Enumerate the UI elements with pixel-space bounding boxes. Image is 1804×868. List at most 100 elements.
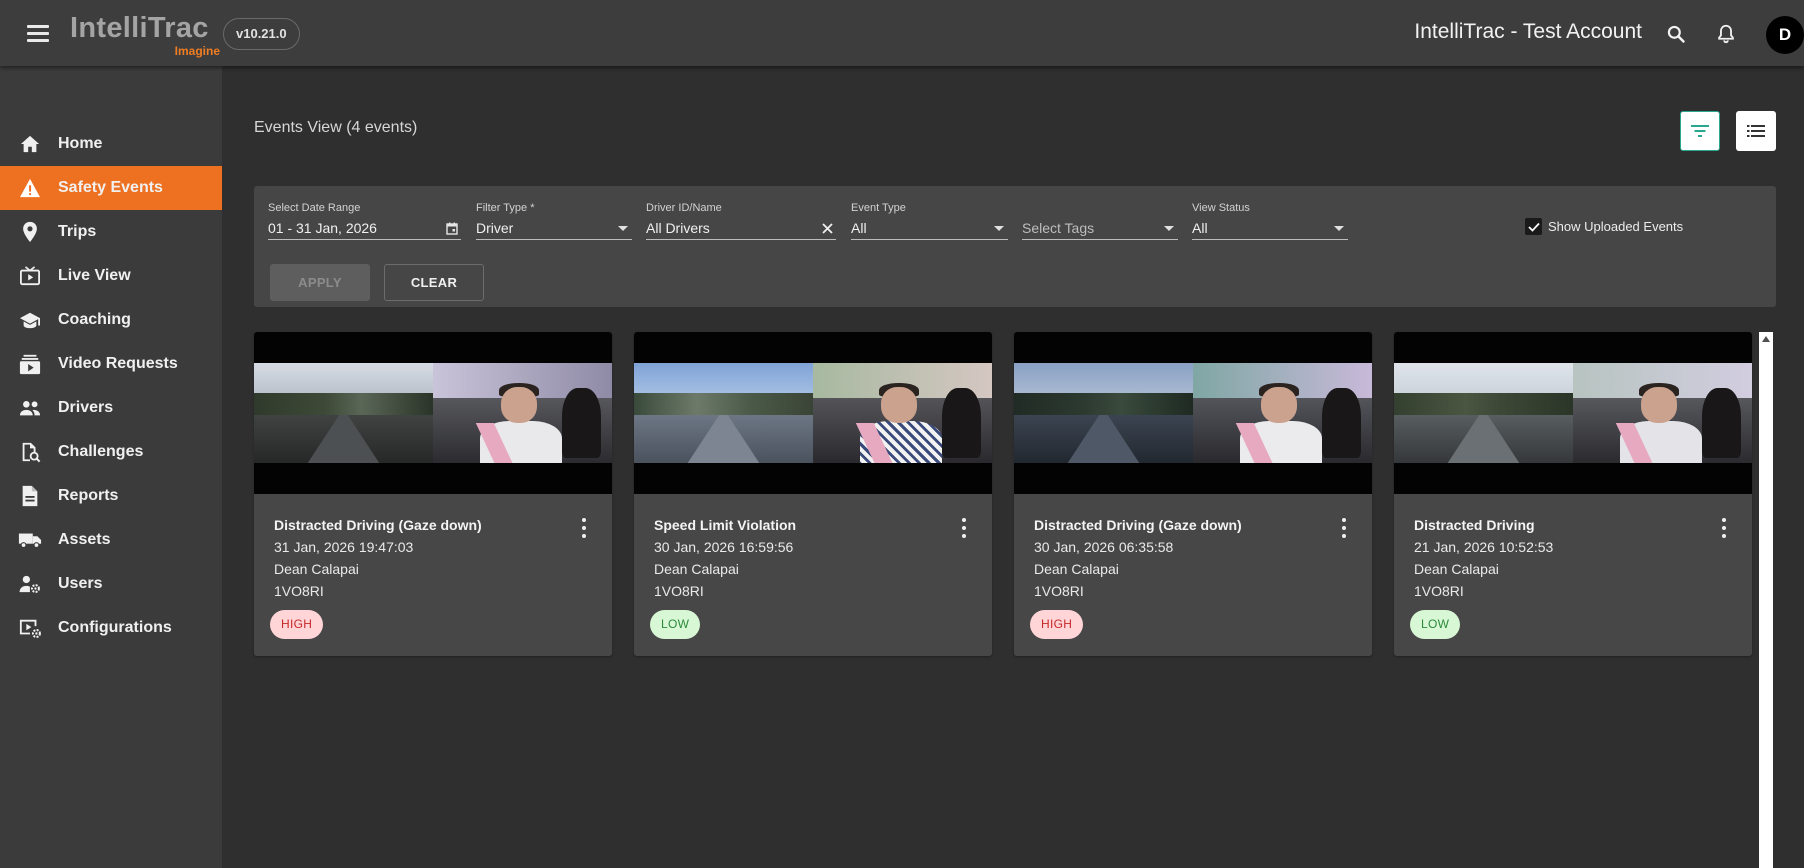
video-request-icon (18, 353, 42, 375)
graduation-cap-icon (18, 309, 42, 331)
sidebar-item-coaching[interactable]: Coaching (0, 298, 222, 342)
scrollbar-thumb[interactable] (1761, 346, 1771, 868)
cabin-camera-image (1573, 363, 1752, 463)
user-avatar[interactable]: D (1766, 16, 1804, 54)
event-thumbnail[interactable] (1394, 332, 1752, 494)
sidebar-item-trips[interactable]: Trips (0, 210, 222, 254)
sidebar-item-video-requests[interactable]: Video Requests (0, 342, 222, 386)
sidebar-item-label: Configurations (58, 619, 172, 636)
tags-select[interactable]: Select Tags (1022, 202, 1178, 240)
event-type-value: All (851, 220, 867, 236)
cabin-camera-image (1193, 363, 1372, 463)
location-pin-icon (18, 221, 42, 243)
more-vert-icon[interactable] (578, 518, 590, 538)
filter-lines-icon (1691, 125, 1709, 137)
scroll-up-arrow-icon[interactable] (1762, 336, 1770, 342)
warning-icon (18, 177, 42, 199)
driver-value: All Drivers (646, 220, 710, 236)
event-datetime: 31 Jan, 2026 19:47:03 (274, 539, 414, 555)
sidebar-item-label: Trips (58, 223, 97, 240)
scrollbar[interactable] (1759, 332, 1773, 868)
top-bar: IntelliTrac Imagine v10.21.0 IntelliTrac… (0, 0, 1804, 66)
sidebar-item-label: Home (58, 135, 103, 152)
event-title: Distracted Driving (Gaze down) (274, 517, 482, 533)
event-thumbnail[interactable] (254, 332, 612, 494)
sidebar-item-configurations[interactable]: Configurations (0, 606, 222, 650)
sidebar-item-safety-events[interactable]: Safety Events (0, 166, 222, 210)
event-datetime: 21 Jan, 2026 10:52:53 (1414, 539, 1554, 555)
event-card-list: Distracted Driving (Gaze down) 31 Jan, 2… (254, 332, 1774, 672)
event-type-select[interactable]: Event Type All (851, 202, 1008, 240)
event-datetime: 30 Jan, 2026 06:35:58 (1034, 539, 1174, 555)
challenges-icon (18, 441, 42, 463)
severity-badge: HIGH (270, 610, 324, 639)
date-range-field[interactable]: Select Date Range 01 - 31 Jan, 2026 (268, 202, 461, 240)
more-vert-icon[interactable] (958, 518, 970, 538)
app-root: IntelliTrac Imagine v10.21.0 IntelliTrac… (0, 0, 1804, 868)
checkbox-box[interactable] (1525, 218, 1542, 235)
live-tv-icon (18, 265, 42, 287)
checkmark-icon (1527, 222, 1540, 232)
list-view-button[interactable] (1736, 111, 1776, 151)
road-camera-image (1014, 363, 1193, 463)
document-icon (18, 485, 42, 507)
event-type-label: Event Type (851, 202, 906, 214)
user-settings-icon (18, 573, 42, 595)
event-driver: Dean Calapai (1034, 561, 1119, 577)
chevron-down-icon (616, 221, 630, 235)
more-vert-icon[interactable] (1718, 518, 1730, 538)
more-vert-icon[interactable] (1338, 518, 1350, 538)
event-driver: Dean Calapai (654, 561, 739, 577)
logo-main-text: IntelliTrac (70, 12, 209, 44)
view-status-value: All (1192, 220, 1208, 236)
video-settings-icon (18, 617, 42, 639)
sidebar-item-live-view[interactable]: Live View (0, 254, 222, 298)
sidebar-item-label: Coaching (58, 311, 131, 328)
view-status-select[interactable]: View Status All (1192, 202, 1348, 240)
driver-label: Driver ID/Name (646, 202, 722, 214)
filter-panel: Select Date Range 01 - 31 Jan, 2026 Filt… (254, 186, 1776, 307)
event-title: Distracted Driving (Gaze down) (1034, 517, 1242, 533)
sidebar-item-reports[interactable]: Reports (0, 474, 222, 518)
event-thumbnail[interactable] (634, 332, 992, 494)
event-card[interactable]: Distracted Driving (Gaze down) 30 Jan, 2… (1014, 332, 1372, 656)
cabin-camera-image (813, 363, 992, 463)
search-icon[interactable] (1662, 20, 1690, 48)
sidebar-item-label: Drivers (58, 399, 114, 416)
sidebar-item-challenges[interactable]: Challenges (0, 430, 222, 474)
clear-button[interactable]: CLEAR (384, 264, 484, 301)
chevron-down-icon (1332, 221, 1346, 235)
show-uploaded-checkbox[interactable]: Show Uploaded Events (1525, 218, 1683, 235)
sidebar-item-assets[interactable]: Assets (0, 518, 222, 562)
sidebar-item-label: Safety Events (58, 179, 163, 196)
filter-view-button[interactable] (1680, 111, 1720, 151)
event-asset: 1VO8RI (654, 583, 704, 599)
event-datetime: 30 Jan, 2026 16:59:56 (654, 539, 794, 555)
sidebar-item-label: Users (58, 575, 103, 592)
date-range-label: Select Date Range (268, 202, 361, 214)
event-card[interactable]: Speed Limit Violation 30 Jan, 2026 16:59… (634, 332, 992, 656)
sidebar-item-drivers[interactable]: Drivers (0, 386, 222, 430)
clear-x-icon[interactable] (820, 221, 834, 235)
notification-bell-icon[interactable] (1712, 20, 1740, 48)
filter-type-select[interactable]: Filter Type * Driver (476, 202, 632, 240)
hamburger-menu-icon[interactable] (24, 22, 52, 44)
event-card[interactable]: Distracted Driving (Gaze down) 31 Jan, 2… (254, 332, 612, 656)
calendar-icon[interactable] (445, 221, 459, 235)
sidebar-item-home[interactable]: Home (0, 122, 222, 166)
event-card[interactable]: Distracted Driving 21 Jan, 2026 10:52:53… (1394, 332, 1752, 656)
road-camera-image (634, 363, 813, 463)
sidebar-item-users[interactable]: Users (0, 562, 222, 606)
driver-select[interactable]: Driver ID/Name All Drivers (646, 202, 836, 240)
sidebar: Home Safety Events Trips Live View Coach… (0, 66, 222, 868)
sidebar-nav: Home Safety Events Trips Live View Coach… (0, 122, 222, 650)
event-thumbnail[interactable] (1014, 332, 1372, 494)
sidebar-item-label: Video Requests (58, 355, 178, 372)
show-uploaded-label: Show Uploaded Events (1548, 219, 1684, 234)
apply-button[interactable]: APPLY (270, 264, 370, 301)
date-range-value: 01 - 31 Jan, 2026 (268, 220, 377, 236)
severity-badge: LOW (1410, 610, 1461, 639)
event-asset: 1VO8RI (1034, 583, 1084, 599)
chevron-down-icon (1162, 221, 1176, 235)
tags-placeholder: Select Tags (1022, 220, 1095, 236)
